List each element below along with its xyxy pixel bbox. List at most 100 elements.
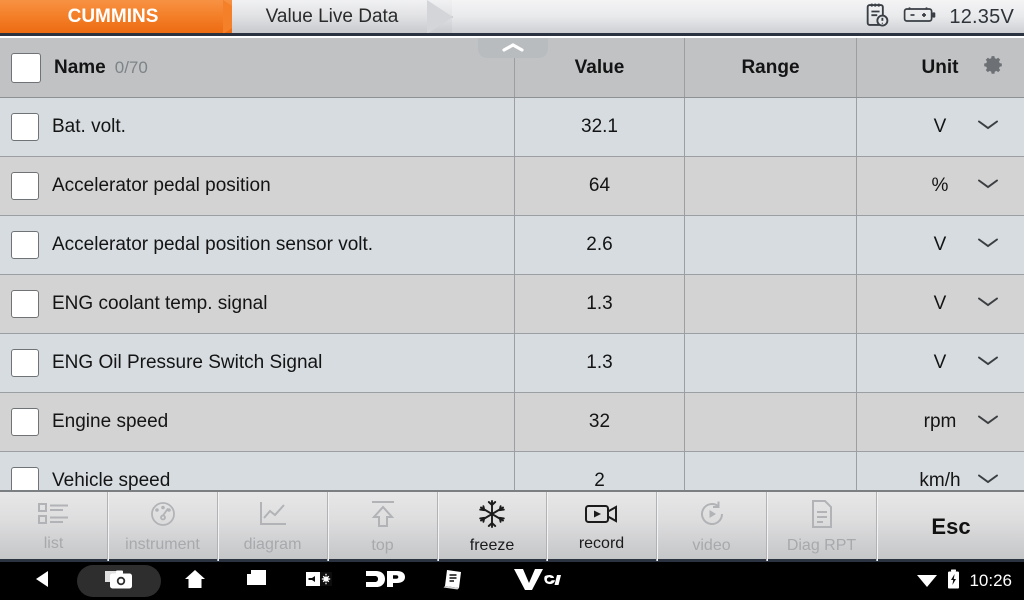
row-value-label: 1.3: [586, 293, 612, 315]
tab-value-live-data[interactable]: Value Live Data: [232, 0, 452, 34]
table-row[interactable]: Accelerator pedal position 64%: [0, 157, 1024, 216]
back-button[interactable]: [12, 564, 74, 598]
toolbar-button-video[interactable]: video: [657, 492, 767, 561]
header-value-label: Value: [575, 57, 625, 79]
chevron-up-icon: [500, 41, 526, 59]
dp-app-button[interactable]: [350, 564, 422, 598]
table-row[interactable]: Accelerator pedal position sensor volt.2…: [0, 216, 1024, 275]
chevron-down-icon[interactable]: [975, 117, 1001, 137]
row-cell-value: 2: [515, 452, 685, 490]
row-cell-unit: V: [857, 275, 1023, 333]
document-icon: [809, 499, 835, 534]
table-row[interactable]: ENG coolant temp. signal 1.3 V: [0, 275, 1024, 334]
topbar-underline: [0, 33, 1024, 36]
row-unit-label: rpm: [924, 411, 957, 433]
row-cell-range: [685, 393, 857, 451]
row-cell-unit: V: [857, 334, 1023, 392]
snowflake-icon: [477, 499, 507, 534]
toolbar-button-top[interactable]: top: [328, 492, 438, 561]
gauge-icon: [147, 500, 179, 533]
row-cell-unit: V: [857, 216, 1023, 274]
row-name-label: ENG coolant temp. signal: [52, 293, 267, 315]
row-unit-label: V: [934, 293, 947, 315]
row-name-label: ENG Oil Pressure Switch Signal: [52, 352, 322, 374]
camera-icon: [104, 567, 134, 596]
row-checkbox[interactable]: [11, 231, 39, 259]
table-row[interactable]: Vehicle speed 2 km/h: [0, 452, 1024, 490]
tab-cummins[interactable]: CUMMINS: [0, 0, 248, 34]
row-cell-range: [685, 98, 857, 156]
table-row[interactable]: Engine speed 32 rpm: [0, 393, 1024, 452]
row-checkbox[interactable]: [11, 467, 39, 490]
home-icon: [183, 567, 207, 596]
chevron-down-icon[interactable]: [975, 353, 1001, 373]
chevron-down-icon[interactable]: [975, 412, 1001, 432]
vci-logo-icon: [512, 567, 564, 596]
chevron-down-icon[interactable]: [975, 235, 1001, 255]
video-camera-icon: [584, 501, 620, 532]
speaker-brightness-icon: [304, 567, 334, 596]
row-checkbox[interactable]: [11, 349, 39, 377]
row-name-label: Engine speed: [52, 411, 168, 433]
live-data-table[interactable]: Name 0/70 Value Range Unit Bat. volt.3: [0, 38, 1024, 490]
row-name-label: Accelerator pedal position: [52, 175, 271, 197]
toolbar-button-diag-rpt[interactable]: Diag RPT: [767, 492, 877, 561]
header-cell-range: Range: [685, 38, 857, 97]
screenshot-pill[interactable]: [77, 565, 161, 597]
row-checkbox[interactable]: [11, 172, 39, 200]
row-checkbox[interactable]: [11, 408, 39, 436]
tab-value-live-data-label: Value Live Data: [266, 6, 399, 28]
row-value-label: 1.3: [586, 352, 612, 374]
android-nav-bar: 10:26: [0, 562, 1024, 600]
row-cell-unit: V: [857, 98, 1023, 156]
toolbar-button-instrument[interactable]: instrument: [108, 492, 218, 561]
dp-logo-icon: [364, 568, 408, 595]
row-cell-value: 32: [515, 393, 685, 451]
selected-count-label: 0/70: [115, 58, 148, 78]
toolbar-button-list[interactable]: list: [0, 492, 108, 561]
header-cell-name: Name 0/70: [0, 38, 515, 97]
table-rows: Bat. volt.32.1VAccelerator pedal positio…: [0, 98, 1024, 490]
toolbar-button-label: list: [44, 535, 64, 553]
volume-brightness-button[interactable]: [288, 564, 350, 598]
row-cell-range: [685, 216, 857, 274]
wifi-icon: [916, 570, 938, 593]
row-checkbox[interactable]: [11, 113, 39, 141]
toolbar-button-label: freeze: [470, 537, 514, 555]
table-row[interactable]: ENG Oil Pressure Switch Signal 1.3 V: [0, 334, 1024, 393]
row-checkbox[interactable]: [11, 290, 39, 318]
row-cell-unit: km/h: [857, 452, 1023, 490]
recents-button[interactable]: [226, 564, 288, 598]
toolbar-button-label: video: [692, 537, 730, 555]
manual-button[interactable]: [422, 564, 484, 598]
square-recents-icon: [244, 567, 270, 596]
select-all-checkbox[interactable]: [11, 53, 41, 83]
row-value-label: 2: [594, 470, 605, 490]
report-clock-icon[interactable]: [863, 1, 891, 34]
esc-button-label: Esc: [931, 514, 970, 540]
clock-label: 10:26: [969, 571, 1012, 591]
battery-voltage-label: 12.35V: [949, 6, 1014, 29]
row-value-label: 32: [589, 411, 610, 433]
home-button[interactable]: [164, 564, 226, 598]
table-row[interactable]: Bat. volt.32.1V: [0, 98, 1024, 157]
chevron-down-icon[interactable]: [975, 176, 1001, 196]
row-value-label: 2.6: [586, 234, 612, 256]
row-cell-value: 1.3: [515, 275, 685, 333]
toolbar-button-label: Diag RPT: [787, 537, 856, 555]
gear-icon[interactable]: [981, 53, 1005, 82]
row-name-label: Vehicle speed: [52, 470, 170, 490]
toolbar-button-freeze[interactable]: freeze: [438, 492, 547, 561]
screenshot-button[interactable]: [74, 564, 164, 598]
tab-cummins-label: CUMMINS: [68, 6, 159, 28]
toolbar-button-diagram[interactable]: diagram: [218, 492, 328, 561]
chevron-down-icon[interactable]: [975, 294, 1001, 314]
collapse-panel-handle[interactable]: [478, 38, 548, 58]
esc-button[interactable]: Esc: [878, 492, 1024, 561]
row-cell-unit: %: [857, 157, 1023, 215]
toolbar-button-record[interactable]: record: [547, 492, 657, 561]
row-cell-value: 64: [515, 157, 685, 215]
chevron-down-icon[interactable]: [975, 471, 1001, 490]
vci-button[interactable]: [512, 567, 564, 596]
toolbar-buttons: list instrumentdiagramtop freeze record vide…: [0, 492, 877, 559]
